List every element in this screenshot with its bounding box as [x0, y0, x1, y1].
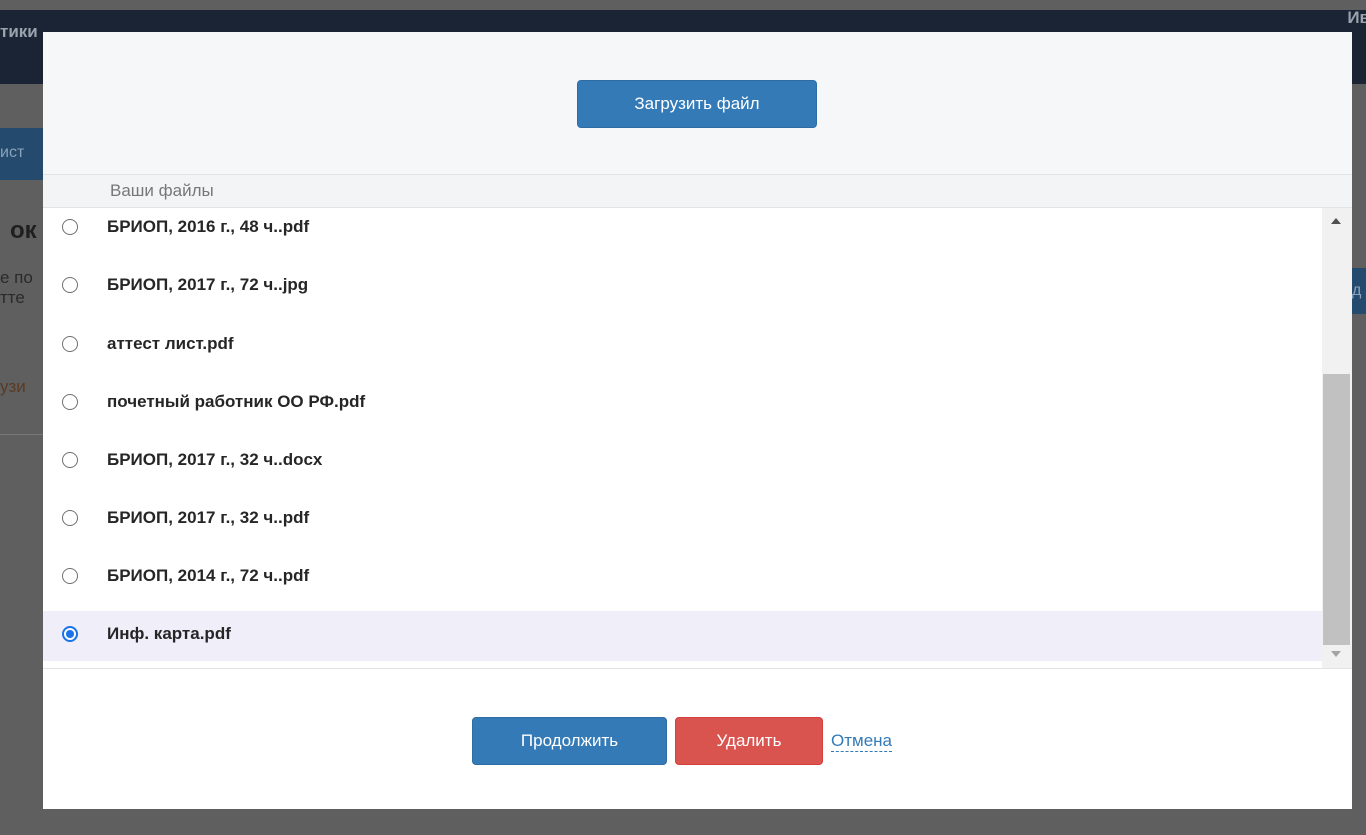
cancel-link[interactable]: Отмена: [831, 731, 892, 752]
delete-button[interactable]: Удалить: [675, 717, 823, 765]
file-row[interactable]: БРИОП, 2017 г., 32 ч..pdf: [43, 495, 1322, 546]
background-link: узи: [0, 377, 26, 396]
file-radio[interactable]: [62, 510, 78, 526]
background-button: д: [1352, 268, 1366, 314]
file-radio[interactable]: [62, 277, 78, 293]
file-radio-checked[interactable]: [62, 626, 78, 642]
file-select-modal: Загрузить файл Ваши файлы БРИОП, 2016 г.…: [43, 32, 1352, 809]
file-name: почетный работник ОО РФ.pdf: [107, 392, 366, 411]
list-divider: [43, 668, 1352, 669]
file-name: БРИОП, 2016 г., 48 ч..pdf: [107, 217, 310, 236]
background-tab: ист: [0, 128, 48, 180]
continue-button[interactable]: Продолжить: [472, 717, 667, 765]
file-name: БРИОП, 2017 г., 32 ч..docx: [107, 450, 323, 469]
file-row-selected[interactable]: Инф. карта.pdf: [43, 611, 1322, 661]
modal-header: Загрузить файл: [43, 32, 1352, 174]
file-row[interactable]: БРИОП, 2016 г., 48 ч..pdf: [43, 208, 1322, 255]
file-row[interactable]: почетный работник ОО РФ.pdf: [43, 379, 1322, 430]
file-radio[interactable]: [62, 219, 78, 235]
navbar-user: Ив: [1347, 8, 1366, 27]
file-name: Инф. карта.pdf: [107, 624, 231, 643]
scroll-up-arrow-icon[interactable]: [1331, 218, 1341, 224]
file-name: БРИОП, 2017 г., 72 ч..jpg: [107, 275, 309, 294]
navbar-title: тики: [0, 22, 38, 41]
file-row[interactable]: БРИОП, 2017 г., 32 ч..docx: [43, 437, 1322, 488]
background-text: е по: [0, 268, 33, 287]
file-radio[interactable]: [62, 452, 78, 468]
background-divider: [0, 434, 48, 435]
background-heading: ок: [10, 217, 37, 244]
file-name: аттест лист.pdf: [107, 334, 234, 353]
file-name: БРИОП, 2017 г., 32 ч..pdf: [107, 508, 310, 527]
file-name: БРИОП, 2014 г., 72 ч..pdf: [107, 566, 310, 585]
files-header-label: Ваши файлы: [110, 181, 214, 200]
file-list[interactable]: БРИОП, 2016 г., 48 ч..pdf БРИОП, 2017 г.…: [43, 208, 1322, 661]
background-text: тте: [0, 288, 25, 307]
file-list-scrollbar[interactable]: [1322, 208, 1352, 668]
upload-file-button[interactable]: Загрузить файл: [577, 80, 817, 128]
file-row[interactable]: БРИОП, 2017 г., 72 ч..jpg: [43, 262, 1322, 313]
file-radio[interactable]: [62, 568, 78, 584]
scroll-thumb[interactable]: [1323, 374, 1350, 645]
file-row[interactable]: БРИОП, 2014 г., 72 ч..pdf: [43, 553, 1322, 604]
scroll-down-arrow-icon[interactable]: [1331, 651, 1341, 657]
files-list-header: Ваши файлы: [43, 174, 1352, 208]
file-row[interactable]: аттест лист.pdf: [43, 321, 1322, 372]
file-radio[interactable]: [62, 336, 78, 352]
file-radio[interactable]: [62, 394, 78, 410]
